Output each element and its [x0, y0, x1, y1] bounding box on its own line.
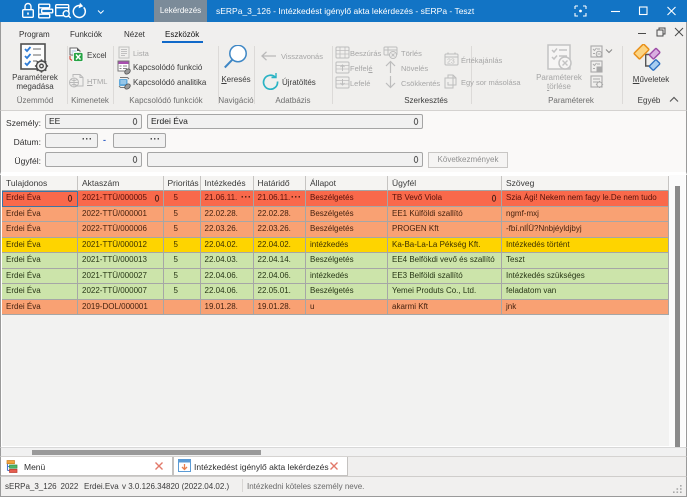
- svg-text:23: 23: [447, 59, 455, 66]
